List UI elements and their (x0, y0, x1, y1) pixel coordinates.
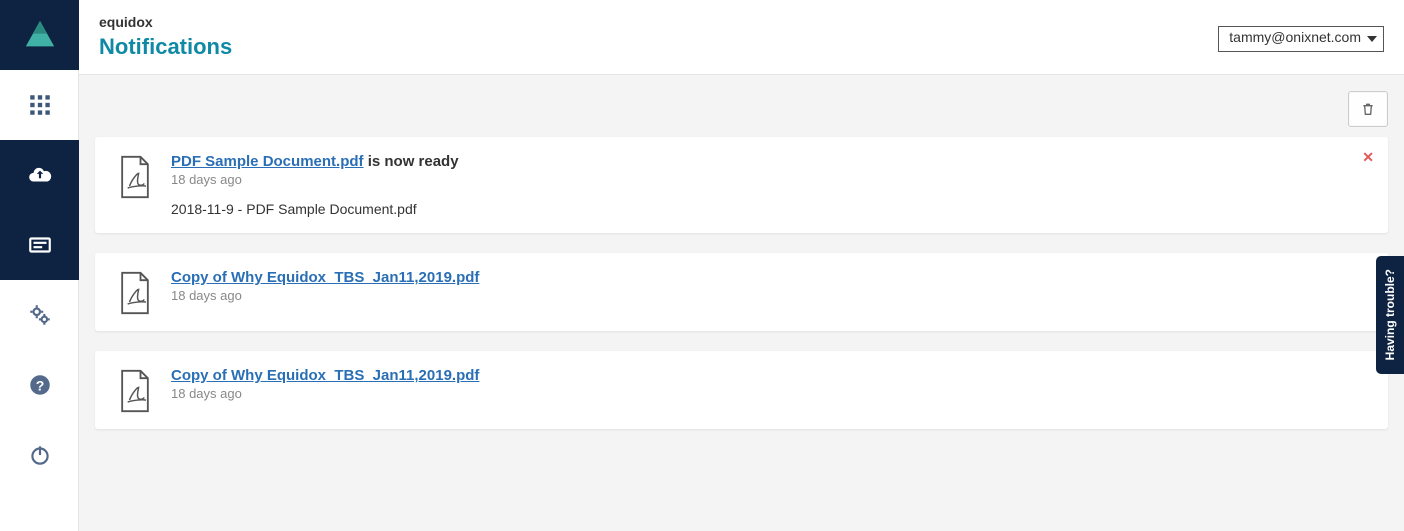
having-trouble-tab[interactable]: Having trouble? (1376, 256, 1404, 374)
notification-time: 18 days ago (171, 172, 1370, 187)
apps-grid-icon (27, 92, 53, 118)
notification-time: 18 days ago (171, 288, 1370, 303)
notification-detail: 2018-11-9 - PDF Sample Document.pdf (171, 201, 1370, 217)
header: equidox Notifications tammy@onixnet.com (79, 0, 1404, 75)
notification-card: Copy of Why Equidox_TBS_Jan11,2019.pdf 1… (95, 351, 1388, 429)
pdf-document-icon (113, 269, 157, 315)
svg-text:?: ? (35, 377, 44, 393)
sidebar-item-help[interactable]: ? (0, 350, 79, 420)
notification-card: Copy of Why Equidox_TBS_Jan11,2019.pdf 1… (95, 253, 1388, 331)
sidebar-item-settings[interactable] (0, 280, 79, 350)
sidebar-item-upload[interactable] (0, 140, 79, 210)
pdf-document-icon (113, 153, 157, 217)
chevron-down-icon (1367, 36, 1377, 42)
sidebar-item-dashboard[interactable] (0, 70, 79, 140)
having-trouble-label: Having trouble? (1383, 269, 1397, 360)
user-email-select[interactable]: tammy@onixnet.com (1218, 26, 1384, 52)
notification-title-link[interactable]: Copy of Why Equidox_TBS_Jan11,2019.pdf (171, 367, 479, 384)
power-icon (27, 442, 53, 468)
sidebar: ? (0, 0, 79, 531)
card-list-icon (27, 232, 53, 258)
toolbar-row (95, 75, 1388, 137)
delete-all-button[interactable] (1348, 91, 1388, 127)
help-icon: ? (27, 372, 53, 398)
notification-title-link[interactable]: Copy of Why Equidox_TBS_Jan11,2019.pdf (171, 269, 479, 286)
notification-time: 18 days ago (171, 386, 1370, 401)
notification-card: PDF Sample Document.pdf is now ready 18 … (95, 137, 1388, 233)
user-email-value: tammy@onixnet.com (1229, 29, 1361, 45)
sidebar-item-documents[interactable] (0, 210, 79, 280)
sidebar-item-logout[interactable] (0, 420, 79, 490)
notification-title-link[interactable]: PDF Sample Document.pdf (171, 153, 364, 170)
sidebar-logo[interactable] (0, 0, 79, 70)
page-title: Notifications (99, 34, 1384, 60)
dismiss-notification-button[interactable]: ✕ (1362, 149, 1374, 166)
notification-title-suffix: is now ready (364, 153, 459, 170)
content-area: Import Document PDF Sample Document.pdf … (79, 75, 1404, 531)
pdf-document-icon (113, 367, 157, 413)
brand-name: equidox (99, 14, 1384, 30)
trash-icon (1360, 101, 1376, 117)
equidox-logo-icon (23, 18, 57, 52)
cloud-upload-icon (27, 162, 53, 188)
gears-icon (27, 302, 53, 328)
